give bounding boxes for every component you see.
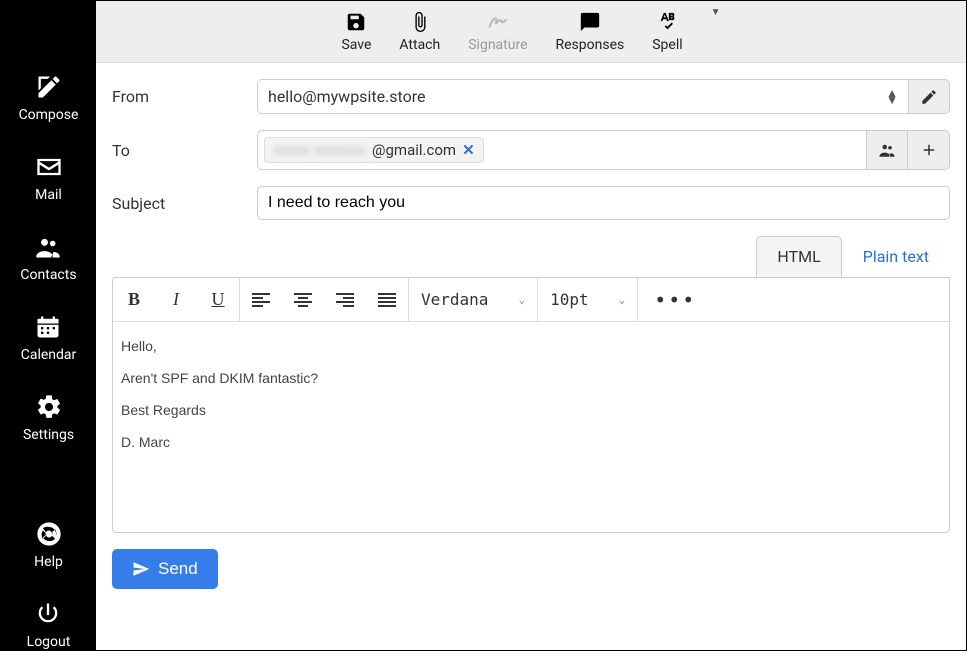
sidebar-item-mail[interactable]: Mail <box>35 153 63 203</box>
sidebar-label-settings: Settings <box>23 427 74 443</box>
to-input[interactable]: xxxxx xxxxxxx @gmail.com ✕ <box>257 130 866 170</box>
chevron-down-icon: ⌄ <box>619 293 626 306</box>
send-label: Send <box>158 559 198 579</box>
responses-label: Responses <box>556 37 625 53</box>
sidebar-item-help[interactable]: Help <box>34 520 63 570</box>
compose-toolbar: Save Attach Signature Responses <box>96 1 966 63</box>
compose-icon <box>35 73 63 101</box>
recipient-visible: @gmail.com <box>372 141 456 159</box>
editor: B I U <box>112 277 950 533</box>
contacts-small-icon <box>877 141 897 159</box>
pencil-icon <box>920 88 938 106</box>
chevron-down-icon: ⌄ <box>518 293 525 306</box>
bold-button[interactable]: B <box>113 278 155 322</box>
compose-footer: Send <box>96 533 966 605</box>
underline-button[interactable]: U <box>197 278 239 322</box>
from-select[interactable]: hello@mywpsite.store ▲▼ <box>257 79 908 114</box>
subject-input[interactable] <box>268 194 939 212</box>
sidebar-label-compose: Compose <box>19 107 79 123</box>
spell-label: Spell <box>652 37 682 53</box>
editor-toolbar: B I U <box>113 278 949 322</box>
logout-icon <box>34 600 62 628</box>
recipient-blur: xxxxx xxxxxxx <box>273 141 366 159</box>
calendar-icon <box>34 313 62 341</box>
format-tabs-row: HTML Plain text <box>96 228 966 277</box>
from-value: hello@mywpsite.store <box>268 87 886 106</box>
help-icon <box>35 520 63 548</box>
pick-contacts-button[interactable] <box>866 130 908 170</box>
sidebar-item-settings[interactable]: Settings <box>23 393 74 443</box>
toolbar-more-dropdown[interactable]: ▼ <box>711 7 721 18</box>
remove-recipient-icon[interactable]: ✕ <box>462 141 475 159</box>
contacts-icon <box>34 233 62 261</box>
compose-headers: From hello@mywpsite.store ▲▼ To <box>96 63 966 228</box>
font-family-value: Verdana <box>421 290 488 309</box>
align-justify-button[interactable] <box>366 278 408 322</box>
sidebar-item-calendar[interactable]: Calendar <box>21 313 77 363</box>
attach-icon <box>408 11 432 33</box>
sidebar-item-compose[interactable]: Compose <box>19 73 79 123</box>
sidebar-label-contacts: Contacts <box>20 267 76 283</box>
save-label: Save <box>341 37 371 53</box>
plain-text-tab[interactable]: Plain text <box>842 236 950 277</box>
subject-label: Subject <box>112 194 257 213</box>
attach-label: Attach <box>399 37 440 53</box>
responses-icon <box>578 11 602 33</box>
body-line: Best Regards <box>121 402 941 418</box>
sidebar: Compose Mail Contacts Calendar Settings <box>1 1 96 650</box>
select-chevrons-icon: ▲▼ <box>886 90 898 104</box>
recipient-chip[interactable]: xxxxx xxxxxxx @gmail.com ✕ <box>264 137 484 163</box>
body-line: Hello, <box>121 338 941 354</box>
signature-button[interactable]: Signature <box>468 11 527 53</box>
italic-button[interactable]: I <box>155 278 197 322</box>
plus-icon <box>920 141 938 159</box>
editor-body[interactable]: Hello, Aren't SPF and DKIM fantastic? Be… <box>113 322 949 532</box>
to-label: To <box>112 141 257 160</box>
signature-label: Signature <box>468 37 527 53</box>
align-left-button[interactable] <box>240 278 282 322</box>
sidebar-label-calendar: Calendar <box>21 347 77 363</box>
from-label: From <box>112 87 257 106</box>
gear-icon <box>35 393 63 421</box>
spell-icon <box>655 11 679 33</box>
sidebar-item-contacts[interactable]: Contacts <box>20 233 76 283</box>
body-line: D. Marc <box>121 434 941 450</box>
align-center-button[interactable] <box>282 278 324 322</box>
font-size-select[interactable]: 10pt ⌄ <box>538 290 637 309</box>
send-button[interactable]: Send <box>112 549 218 589</box>
sidebar-item-logout[interactable]: Logout <box>27 600 71 650</box>
font-family-select[interactable]: Verdana ⌄ <box>409 290 537 309</box>
save-icon <box>344 11 368 33</box>
save-button[interactable]: Save <box>341 11 371 53</box>
send-icon <box>132 560 150 578</box>
font-size-value: 10pt <box>550 290 589 309</box>
mail-icon <box>35 153 63 181</box>
spell-button[interactable]: Spell <box>652 11 682 53</box>
signature-icon <box>486 11 510 33</box>
html-tab[interactable]: HTML <box>756 236 841 277</box>
main: Save Attach Signature Responses <box>96 1 966 650</box>
edit-identities-button[interactable] <box>908 79 950 114</box>
sidebar-label-mail: Mail <box>35 187 62 203</box>
sidebar-label-help: Help <box>34 554 63 570</box>
body-line: Aren't SPF and DKIM fantastic? <box>121 370 941 386</box>
sidebar-label-logout: Logout <box>27 634 71 650</box>
attach-button[interactable]: Attach <box>399 11 440 53</box>
add-recipient-field-button[interactable] <box>908 130 950 170</box>
editor-more-button[interactable]: ••• <box>638 278 712 321</box>
responses-button[interactable]: Responses <box>556 11 625 53</box>
align-right-button[interactable] <box>324 278 366 322</box>
